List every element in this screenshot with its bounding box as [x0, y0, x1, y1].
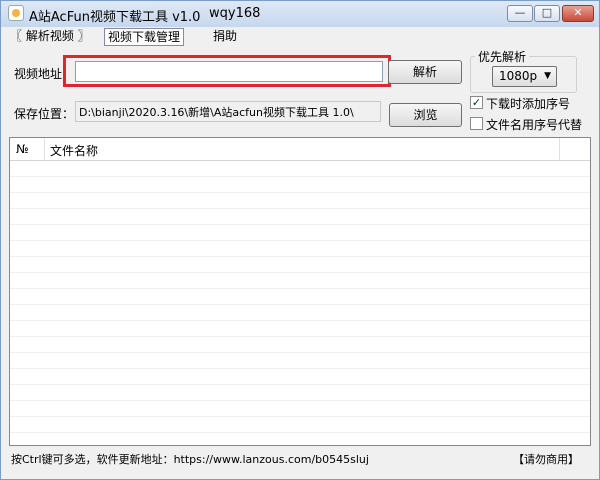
save-location-label: 保存位置：	[14, 107, 75, 121]
window-title: A站AcFun视频下载工具 v1.0	[29, 10, 201, 25]
maximize-button[interactable]: □	[534, 5, 560, 22]
column-header-number[interactable]: №	[16, 142, 28, 156]
title-bar[interactable]: A站AcFun视频下载工具 v1.0 wqy168 — □ ✕	[1, 1, 599, 27]
check-mark-icon: ✓	[471, 96, 482, 109]
video-url-input[interactable]	[75, 61, 383, 82]
file-list[interactable]: № 文件名称	[9, 137, 591, 446]
parse-button[interactable]: 解析	[388, 60, 462, 84]
priority-select[interactable]: 1080p ▼	[492, 66, 557, 87]
add-index-label: 下载时添加序号	[486, 97, 571, 111]
save-path-field[interactable]: D:\bianji\2020.3.16\新增\A站acfun视频下载工具 1.0…	[75, 101, 381, 122]
tab-parse-video[interactable]: 〖 解析视频 〗	[7, 28, 99, 46]
index-filename-label: 文件名用序号代替	[486, 118, 583, 132]
window-title-extra: wqy168	[209, 6, 261, 21]
tab-download-manager[interactable]: 视频下载管理	[104, 28, 184, 46]
close-button[interactable]: ✕	[562, 5, 594, 22]
app-icon	[8, 5, 24, 21]
list-rows-area[interactable]	[10, 161, 590, 445]
priority-select-value: 1080p	[499, 69, 538, 83]
add-index-checkbox[interactable]: ✓	[470, 96, 483, 109]
chevron-down-icon: ▼	[544, 71, 551, 81]
column-header-filename[interactable]: 文件名称	[50, 142, 98, 159]
column-divider[interactable]	[44, 138, 45, 160]
list-header: № 文件名称	[10, 138, 590, 161]
browse-button[interactable]: 浏览	[389, 103, 462, 127]
status-text: 按Ctrl键可多选，软件更新地址：https://www.lanzous.com…	[11, 453, 369, 466]
column-divider[interactable]	[559, 138, 560, 160]
minimize-button[interactable]: —	[507, 5, 533, 22]
index-filename-checkbox[interactable]	[470, 117, 483, 130]
app-window: A站AcFun视频下载工具 v1.0 wqy168 — □ ✕ 〖 解析视频 〗…	[0, 0, 600, 480]
non-commercial-notice: 【请勿商用】	[513, 453, 579, 466]
priority-group-title: 优先解析	[475, 48, 530, 65]
tab-donate[interactable]: 捐助	[213, 28, 253, 46]
